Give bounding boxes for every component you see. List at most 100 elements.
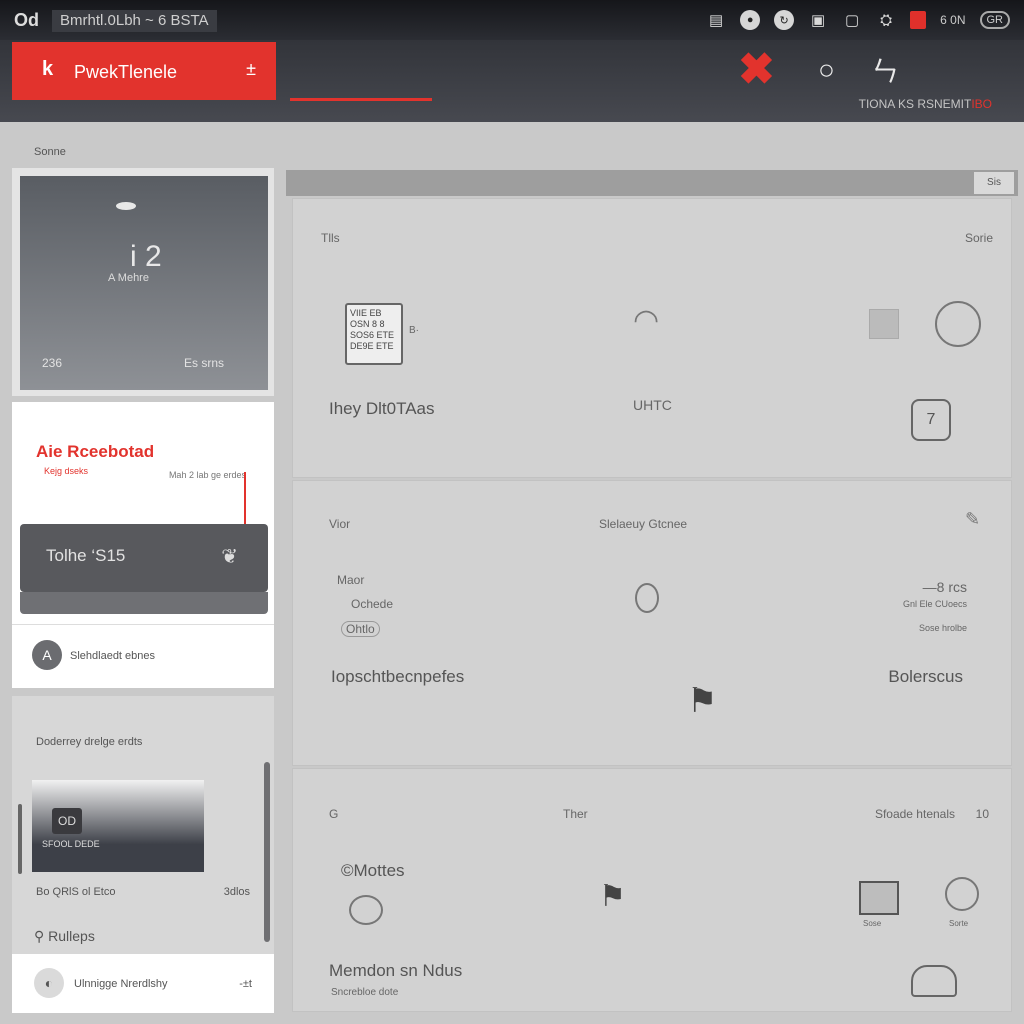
- tab-label: PwekTlenele: [74, 62, 178, 82]
- left-scroll-handle[interactable]: [18, 804, 22, 874]
- spec-line-3: SOS6 ETE: [350, 330, 395, 340]
- hero-foot-left: 236: [42, 356, 63, 370]
- panel1-square-icon[interactable]: 7: [911, 399, 951, 441]
- tab-menu-icon[interactable]: ±: [246, 59, 256, 80]
- icon-caption-2: Sorte: [949, 919, 969, 928]
- hero-subtitle: A Mehre: [108, 272, 149, 284]
- panel1-top-right[interactable]: Sorie: [965, 231, 993, 245]
- app-logo: Od: [14, 10, 39, 30]
- app-header: k PwekTlenele ± ✖ ○ ㄣ TIONA KS RSNEMITIB…: [0, 40, 1024, 122]
- scrollbar[interactable]: [264, 762, 270, 942]
- alert-subtitle: Kejg dseks: [44, 466, 89, 476]
- panel2-right-small-2: Sose hrolbe: [918, 623, 967, 633]
- circle-arrow-icon[interactable]: [935, 301, 981, 347]
- alert-connector: [244, 472, 246, 528]
- box-icon[interactable]: [911, 965, 957, 997]
- list-card: Doderrey drelge erdts OD SFOOL DEDE Bo Q…: [12, 696, 274, 1013]
- list-meta-right: 3dlos: [223, 886, 250, 898]
- list-title: Doderrey drelge erdts: [36, 736, 143, 748]
- thumbnail-tag: OD: [52, 808, 82, 834]
- panel3-brand: ©Mottes: [341, 861, 405, 880]
- close-x-icon[interactable]: ✖: [738, 48, 782, 92]
- help-link[interactable]: ⚲ Rulleps: [34, 928, 95, 945]
- panel1-row-label: Ihey Dlt0TAas: [329, 399, 435, 418]
- spec-line-4: DE9E ETE: [350, 341, 394, 351]
- primary-action-label: Tolhe ‘S15: [46, 546, 126, 565]
- flag-wave-icon: ⚑: [687, 682, 718, 720]
- panel3-small-left: Sncrebloe dote: [331, 987, 399, 998]
- square-tile-icon[interactable]: [869, 309, 899, 339]
- panel2-small-1: Maor: [337, 573, 365, 587]
- tab-active[interactable]: k PwekTlenele ±: [12, 42, 276, 100]
- hero-number: i 2: [130, 240, 162, 273]
- image-icon[interactable]: ▣: [808, 10, 828, 30]
- user-icon: ◐: [34, 968, 64, 998]
- header-status-text: TIONA KS RSNEMIT: [858, 97, 972, 111]
- record-icon[interactable]: ●: [740, 10, 761, 30]
- network-icon[interactable]: ⛭: [876, 10, 896, 30]
- panel1-top-left: Tlls: [321, 231, 340, 245]
- panel2-big-right: Bolerscus: [888, 667, 963, 686]
- footer-label: Ulnnigge Nrerdlshy: [74, 978, 168, 990]
- spec-line-1: VIIE EB: [350, 308, 382, 318]
- footer-action[interactable]: -±t: [239, 978, 252, 990]
- panel2-small-2: Ochede: [351, 597, 394, 611]
- window-title: Bmrhtl.0Lbh ~ 6 BSTA: [52, 10, 217, 32]
- icon-caption-1: Sose: [863, 919, 882, 928]
- monitor-icon[interactable]: ▤: [706, 10, 726, 30]
- toolbar-button[interactable]: Sis: [974, 172, 1014, 194]
- panel3-center-label: Ther: [563, 807, 588, 821]
- hero-card[interactable]: i 2 A Mehre 236 Es srns: [12, 168, 274, 396]
- avatar-label[interactable]: Slehdlaedt ebnes: [70, 650, 155, 662]
- tray-status: 6 0N: [940, 13, 966, 27]
- wifi-icon: ◠: [633, 304, 660, 337]
- left-column: i 2 A Mehre 236 Es srns Aie Rceebotad Ke…: [12, 168, 274, 1013]
- system-tray: ▤ ● ↻ ▣ ▢ ⛭ 6 0N GR: [706, 8, 1010, 32]
- primary-action-button[interactable]: Tolhe ‘S15 ❦: [20, 524, 268, 592]
- panel2-right-small-1: Gnl Ele CUoecs: [902, 599, 967, 609]
- account-pill[interactable]: GR: [979, 11, 1010, 29]
- image-icon[interactable]: [859, 881, 899, 915]
- panel3-big-left: Memdon sn Ndus: [329, 961, 463, 980]
- hero-glint: [116, 202, 136, 210]
- panel-activity: G Ther Sfoade htenals 10 ©Mottes ⚑ Sose …: [292, 768, 1012, 1012]
- refresh-icon[interactable]: ↻: [774, 10, 795, 30]
- panel3-right-label: Sfoade htenals: [874, 807, 955, 821]
- panel2-left-label: Vior: [329, 517, 351, 531]
- alert-title: Aie Rceebotad: [36, 442, 155, 461]
- panel-overview: Tlls Sorie VIIE EB OSN 8 8 SOS6 ETE DE9E…: [292, 198, 1012, 478]
- panel2-small-3[interactable]: Ohtlo: [341, 621, 380, 637]
- header-actions: ✖ ○ ㄣ: [738, 48, 899, 92]
- alert-icon[interactable]: [910, 11, 927, 29]
- breadcrumb[interactable]: Sonne: [34, 146, 66, 158]
- spec-line-2: OSN 8 8: [350, 319, 385, 329]
- main-toolbar: Sis: [286, 170, 1018, 196]
- edit-icon[interactable]: ✎: [965, 509, 980, 530]
- hero-foot-right: Es srns: [183, 356, 224, 370]
- panel3-left-label: G: [329, 807, 339, 821]
- tab-logo-icon: k: [42, 58, 54, 80]
- thumbnail-caption: SFOOL DEDE: [42, 839, 100, 849]
- list-footer[interactable]: ◐ Ulnnigge Nrerdlshy -±t: [12, 954, 274, 1013]
- home-icon[interactable]: [945, 877, 979, 911]
- panel2-big-left: Iopschtbecnpefes: [331, 667, 465, 686]
- flag-icon[interactable]: ㄣ: [871, 50, 899, 90]
- panel-details: Vior Slelaeuy Gtcnee ✎ Maor Ochede Ohtlo…: [292, 480, 1012, 766]
- header-status: TIONA KS RSNEMITIBO: [859, 97, 992, 111]
- list-meta-left: Bo QRlS ol Etco: [36, 886, 116, 898]
- window-icon[interactable]: ▢: [842, 10, 862, 30]
- chat-bubble-icon[interactable]: ○: [818, 54, 835, 86]
- spec-side-label: B·: [409, 325, 419, 336]
- panel2-right-number: —8 rcs: [922, 579, 967, 595]
- bell-icon[interactable]: [635, 583, 659, 613]
- panel1-center-label: UHTC: [633, 397, 672, 413]
- spec-card[interactable]: VIIE EB OSN 8 8 SOS6 ETE DE9E ETE: [345, 303, 403, 365]
- header-status-accent: IBO: [971, 97, 992, 111]
- avatar[interactable]: A: [32, 640, 62, 670]
- camera-icon[interactable]: [349, 895, 383, 925]
- button-shadow: [20, 592, 268, 614]
- panel2-center-label: Slelaeuy Gtcnee: [599, 517, 688, 531]
- leaf-icon: ❦: [221, 546, 238, 568]
- alert-meta: Mah 2 lab ge erdes: [168, 470, 246, 480]
- tab-underline: [290, 98, 432, 101]
